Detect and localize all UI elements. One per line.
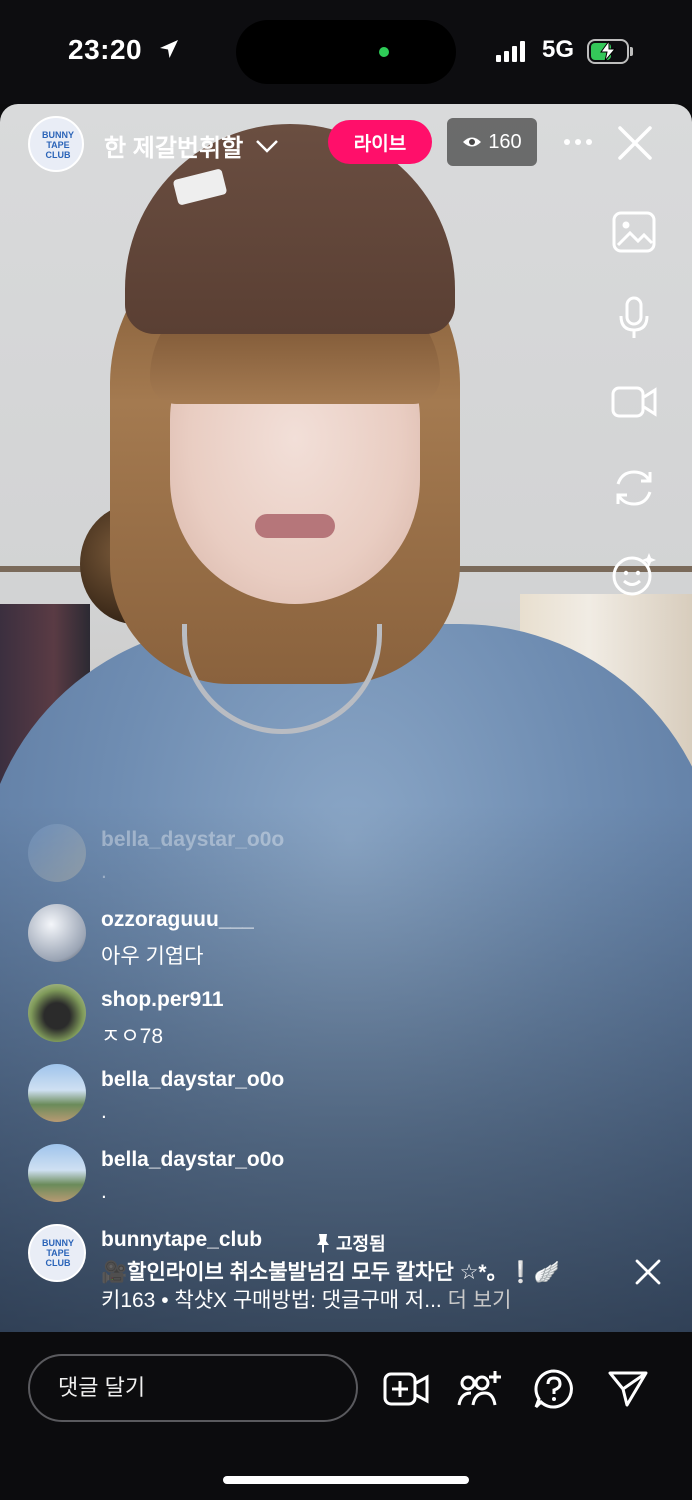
pinned-label: 고정됨 (316, 1230, 386, 1256)
host-avatar-logo: BUNNY TAPE CLUB (41, 130, 74, 160)
comment-input[interactable] (28, 1354, 358, 1422)
network-type: 5G (542, 36, 575, 63)
invite-guest-button[interactable] (457, 1366, 503, 1412)
dynamic-island (236, 20, 456, 84)
dismiss-pinned-icon[interactable] (634, 1258, 662, 1286)
viewer-count-value: 160 (488, 130, 522, 153)
send-icon (608, 1371, 648, 1407)
home-indicator[interactable] (223, 1476, 469, 1484)
pinned-comment[interactable]: BUNNY TAPE CLUB bunnytape_club 고정됨 🎥할인라이… (28, 1224, 668, 1324)
send-button[interactable] (605, 1366, 651, 1412)
comment-username: shop.per911 (101, 988, 224, 1011)
face-effects-icon (612, 553, 656, 596)
more-icon (564, 139, 592, 145)
comment-text: . (101, 860, 107, 883)
camera-toggle-button[interactable] (606, 374, 662, 430)
comment-item[interactable]: ozzoraguuu___ 아우 기엽다 (28, 904, 628, 974)
see-more-link[interactable]: 더 보기 (448, 1289, 512, 1312)
comment-item[interactable]: shop.per911 ㅈㅇ78 (28, 984, 628, 1054)
comment-username: bella_daystar_o0o (101, 828, 285, 851)
camera-indicator-icon (379, 47, 389, 57)
eye-icon (463, 137, 482, 147)
gallery-button[interactable] (606, 204, 662, 260)
comment-username: bella_daystar_o0o (101, 1068, 285, 1091)
flip-camera-button[interactable] (606, 460, 662, 516)
status-time: 23:20 (68, 34, 143, 65)
comment-item[interactable]: bella_daystar_o0o . (28, 1064, 628, 1134)
comment-text: . (101, 1100, 107, 1123)
flip-camera-icon (616, 470, 652, 506)
add-video-icon (383, 1372, 429, 1406)
comment-avatar (28, 1144, 86, 1202)
microphone-icon (619, 296, 649, 338)
channel-switcher[interactable]: 한 제갈번휘할 (104, 128, 279, 163)
comment-avatar (28, 1064, 86, 1122)
pinned-avatar-logo: BUNNY TAPE CLUB (41, 1238, 74, 1268)
pinned-avatar: BUNNY TAPE CLUB (28, 1224, 86, 1282)
comment-username: bella_daystar_o0o (101, 1148, 285, 1171)
add-video-button[interactable] (383, 1366, 429, 1412)
comment-avatar (28, 984, 86, 1042)
battery-icon (587, 39, 629, 64)
close-icon[interactable] (614, 122, 656, 164)
comment-avatar (28, 824, 86, 882)
gallery-icon (612, 211, 656, 253)
viewer-count[interactable]: 160 (447, 118, 537, 166)
comment-avatar (28, 904, 86, 962)
comment-text: ㅈㅇ78 (101, 1025, 163, 1048)
location-arrow-icon (160, 40, 178, 58)
pin-icon (317, 1234, 329, 1253)
pinned-username: bunnytape_club (101, 1228, 263, 1251)
signal-bars-icon (496, 40, 525, 62)
live-badge: 라이브 (328, 120, 432, 164)
microphone-button[interactable] (606, 290, 662, 346)
comment-item[interactable]: bella_daystar_o0o . (28, 824, 628, 894)
question-icon (534, 1369, 573, 1409)
more-options-button[interactable] (558, 127, 598, 157)
comment-item[interactable]: bella_daystar_o0o . (28, 1144, 628, 1214)
pinned-text-line2: 키163 • 착샷X 구매방법: 댓글구매 저... 더 보기 (101, 1289, 512, 1312)
chevron-down-icon (256, 139, 279, 153)
host-avatar[interactable]: BUNNY TAPE CLUB (28, 116, 84, 172)
channel-name: 한 제갈번휘할 (104, 135, 244, 162)
status-bar: 23:20 5G (0, 0, 692, 104)
question-button[interactable] (531, 1366, 577, 1412)
effects-button[interactable] (606, 546, 662, 602)
comment-text: . (101, 1180, 107, 1203)
pinned-text-line1: 🎥할인라이브 취소불발넘김 모두 칼차단 ☆*。❕🪽 (101, 1261, 560, 1284)
bottom-bar (0, 1332, 692, 1500)
comment-text: 아우 기엽다 (101, 945, 204, 968)
video-camera-icon (611, 386, 657, 418)
comment-username: ozzoraguuu___ (101, 908, 254, 931)
invite-guest-icon (457, 1371, 501, 1406)
